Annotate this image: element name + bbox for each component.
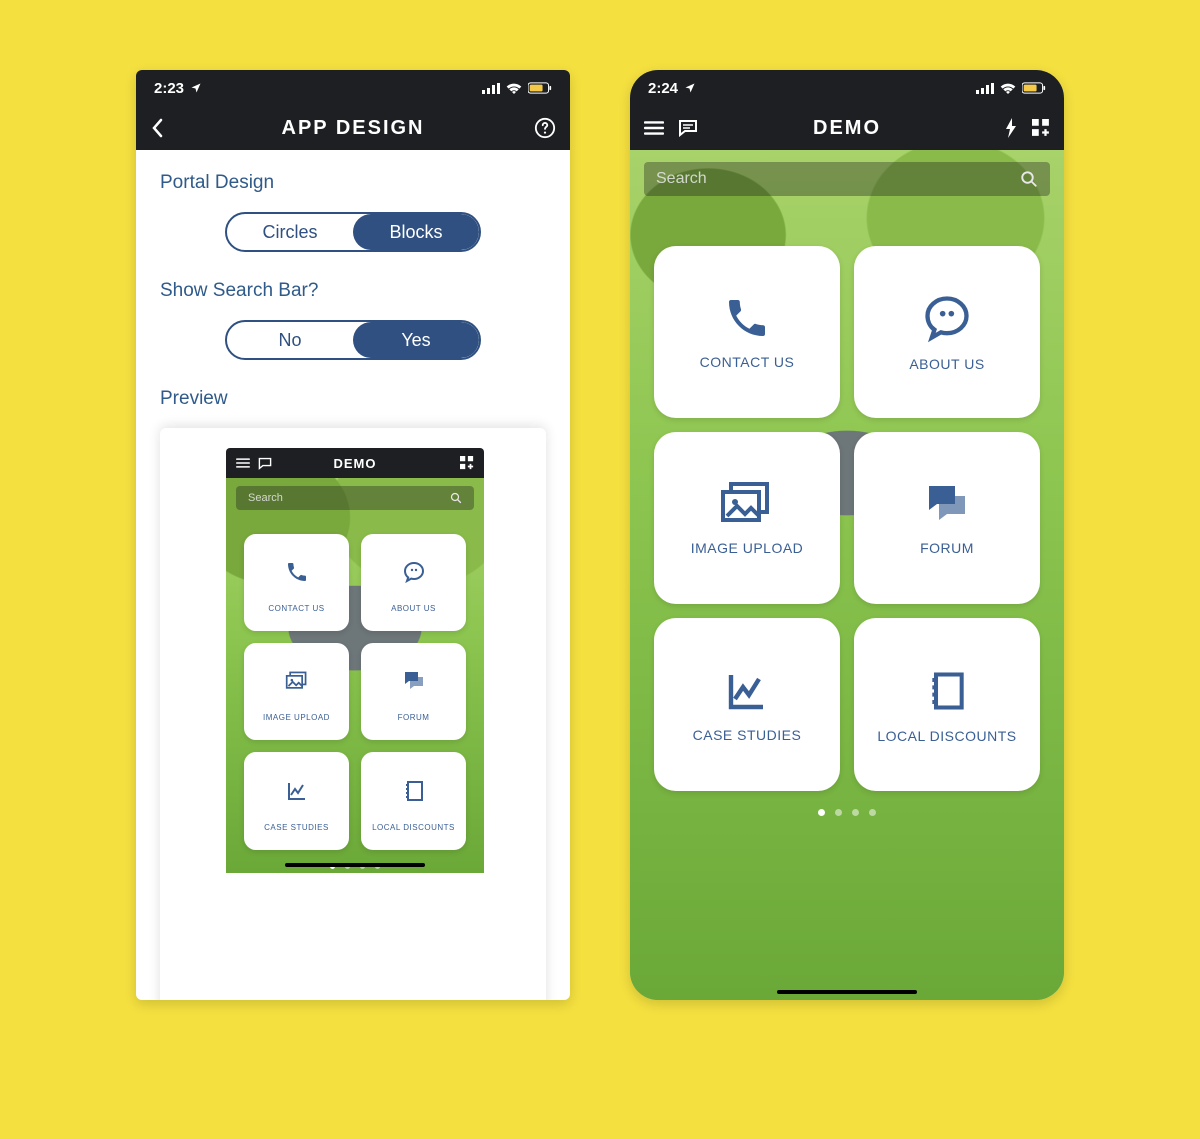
location-arrow-icon <box>190 82 202 94</box>
dot[interactable] <box>818 809 825 816</box>
dot[interactable] <box>835 809 842 816</box>
navbar: APP DESIGN <box>136 106 570 150</box>
signal-icon <box>482 83 500 94</box>
tile-contact-us[interactable]: CONTACT US <box>654 246 840 418</box>
search-input[interactable]: Search <box>644 162 1050 196</box>
chat-icon[interactable] <box>258 457 272 470</box>
tile-label: IMAGE UPLOAD <box>263 713 330 722</box>
tile-local-discounts[interactable]: LOCAL DISCOUNTS <box>361 752 466 849</box>
tile-label: CONTACT US <box>700 354 795 370</box>
phone-icon <box>285 560 309 584</box>
preview-navbar: DEMO <box>226 448 484 478</box>
signal-icon <box>976 83 994 94</box>
page-title: APP DESIGN <box>210 117 496 140</box>
tile-about-us[interactable]: ABOUT US <box>361 534 466 631</box>
phone-app-design: 2:23 APP DESIGN Portal Design Circles Bl… <box>136 70 570 1000</box>
preview-title: DEMO <box>276 456 434 471</box>
forum-icon <box>402 669 426 693</box>
show-search-toggle[interactable]: No Yes <box>225 320 481 360</box>
wifi-icon <box>1000 82 1016 94</box>
notebook-icon <box>402 779 426 803</box>
preview-phone: DEMO Search CONTACT US <box>226 448 484 1000</box>
notebook-icon <box>925 666 969 716</box>
tile-label: FORUM <box>398 713 430 722</box>
grid-add-icon[interactable] <box>460 456 474 470</box>
search-icon <box>1020 170 1038 188</box>
preview-tiles: CONTACT US ABOUT US IMAGE UPLOAD FO <box>226 510 484 856</box>
tile-label: LOCAL DISCOUNTS <box>372 823 455 832</box>
tile-image-upload[interactable]: IMAGE UPLOAD <box>244 643 349 740</box>
tile-local-discounts[interactable]: LOCAL DISCOUNTS <box>854 618 1040 790</box>
navbar: DEMO <box>630 106 1064 150</box>
tile-label: CASE STUDIES <box>264 823 329 832</box>
help-icon[interactable] <box>534 117 556 139</box>
back-icon[interactable] <box>150 118 164 138</box>
tiles-grid: CONTACT US ABOUT US IMAGE UPLOAD FORUM C… <box>630 196 1064 801</box>
tile-forum[interactable]: FORUM <box>854 432 1040 604</box>
menu-icon[interactable] <box>236 457 250 469</box>
line-chart-icon <box>723 667 771 715</box>
preview-search-placeholder: Search <box>248 492 450 504</box>
menu-icon[interactable] <box>644 120 664 136</box>
phone-demo: 2:24 DEMO Search CONTACT US <box>630 70 1064 1000</box>
battery-icon <box>528 82 552 94</box>
battery-icon <box>1022 82 1046 94</box>
toggle-yes[interactable]: Yes <box>353 322 479 358</box>
preview-container: DEMO Search CONTACT US <box>160 428 546 1000</box>
wifi-icon <box>506 82 522 94</box>
images-icon <box>285 669 309 693</box>
location-arrow-icon <box>684 82 696 94</box>
tile-label: IMAGE UPLOAD <box>691 540 804 556</box>
phone-icon <box>723 294 771 342</box>
forum-icon <box>923 480 971 528</box>
images-icon <box>719 480 775 528</box>
line-chart-icon <box>285 779 309 803</box>
dot[interactable] <box>852 809 859 816</box>
tile-label: CASE STUDIES <box>693 727 802 743</box>
tile-case-studies[interactable]: CASE STUDIES <box>244 752 349 849</box>
preview-search[interactable]: Search <box>236 486 474 510</box>
bolt-icon[interactable] <box>1004 118 1018 138</box>
chat-icon[interactable] <box>678 119 698 137</box>
tile-case-studies[interactable]: CASE STUDIES <box>654 618 840 790</box>
search-placeholder: Search <box>656 170 1020 188</box>
tile-contact-us[interactable]: CONTACT US <box>244 534 349 631</box>
tile-label: FORUM <box>920 540 974 556</box>
preview-label: Preview <box>160 388 546 410</box>
page-dots <box>630 801 1064 820</box>
toggle-circles[interactable]: Circles <box>227 214 353 250</box>
clock: 2:24 <box>648 80 678 97</box>
tile-image-upload[interactable]: IMAGE UPLOAD <box>654 432 840 604</box>
dot[interactable] <box>869 809 876 816</box>
portal-design-label: Portal Design <box>160 172 546 194</box>
toggle-blocks[interactable]: Blocks <box>353 214 479 250</box>
speech-bubble-icon <box>921 292 973 344</box>
toggle-no[interactable]: No <box>227 322 353 358</box>
tile-label: ABOUT US <box>909 356 984 372</box>
tile-label: LOCAL DISCOUNTS <box>877 728 1016 744</box>
tile-forum[interactable]: FORUM <box>361 643 466 740</box>
speech-bubble-icon <box>402 560 426 584</box>
home-indicator <box>285 863 425 867</box>
tile-about-us[interactable]: ABOUT US <box>854 246 1040 418</box>
clock: 2:23 <box>154 80 184 97</box>
page-title: DEMO <box>704 117 990 140</box>
search-icon <box>450 492 462 504</box>
home-indicator <box>777 990 917 994</box>
tile-label: ABOUT US <box>391 604 436 613</box>
status-bar: 2:23 <box>136 70 570 106</box>
grid-add-icon[interactable] <box>1032 119 1050 137</box>
status-bar: 2:24 <box>630 70 1064 106</box>
tile-label: CONTACT US <box>268 604 324 613</box>
show-search-label: Show Search Bar? <box>160 280 546 302</box>
portal-design-toggle[interactable]: Circles Blocks <box>225 212 481 252</box>
